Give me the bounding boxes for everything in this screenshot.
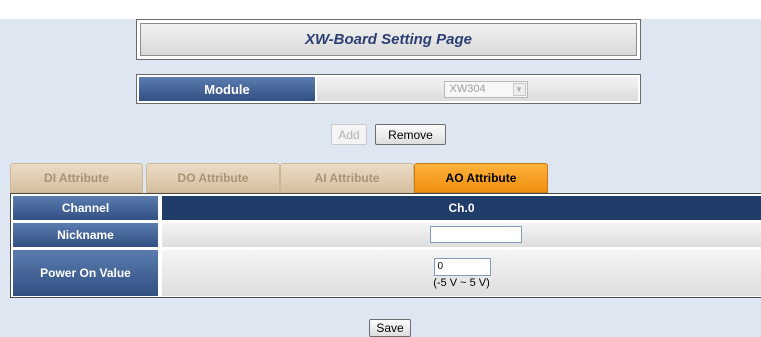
module-select[interactable]: XW304 ▼ bbox=[443, 80, 528, 98]
module-label: Module bbox=[139, 77, 315, 101]
save-button[interactable]: Save bbox=[369, 319, 411, 337]
page-title-box: XW-Board Setting Page bbox=[136, 19, 641, 60]
power-on-value-cell: 0 (-5 V ~ 5 V) bbox=[162, 250, 761, 296]
power-on-value-range: (-5 V ~ 5 V) bbox=[433, 276, 490, 289]
tab-ai-attribute[interactable]: AI Attribute bbox=[280, 163, 414, 193]
module-value-cell: XW304 ▼ bbox=[317, 77, 638, 101]
add-button[interactable]: Add bbox=[331, 124, 367, 145]
channel-value: Ch.0 bbox=[162, 196, 761, 220]
nickname-label: Nickname bbox=[13, 223, 158, 247]
page-title: XW-Board Setting Page bbox=[140, 23, 637, 56]
module-row: Module XW304 ▼ bbox=[136, 74, 641, 104]
power-on-value-label: Power On Value bbox=[13, 250, 158, 296]
nickname-input[interactable] bbox=[430, 226, 522, 243]
module-select-value: XW304 bbox=[449, 82, 486, 95]
power-on-value-input[interactable]: 0 bbox=[433, 257, 491, 276]
tab-di-attribute[interactable]: DI Attribute bbox=[10, 163, 143, 193]
chevron-down-icon[interactable]: ▼ bbox=[512, 82, 526, 96]
channel-label: Channel bbox=[13, 196, 158, 220]
tab-ao-attribute[interactable]: AO Attribute bbox=[414, 163, 548, 193]
tab-do-attribute[interactable]: DO Attribute bbox=[146, 163, 280, 193]
ao-attribute-table: Channel Ch.0 Nickname Power On Value 0 (… bbox=[10, 193, 761, 298]
nickname-cell bbox=[162, 223, 761, 247]
remove-button[interactable]: Remove bbox=[375, 124, 446, 145]
